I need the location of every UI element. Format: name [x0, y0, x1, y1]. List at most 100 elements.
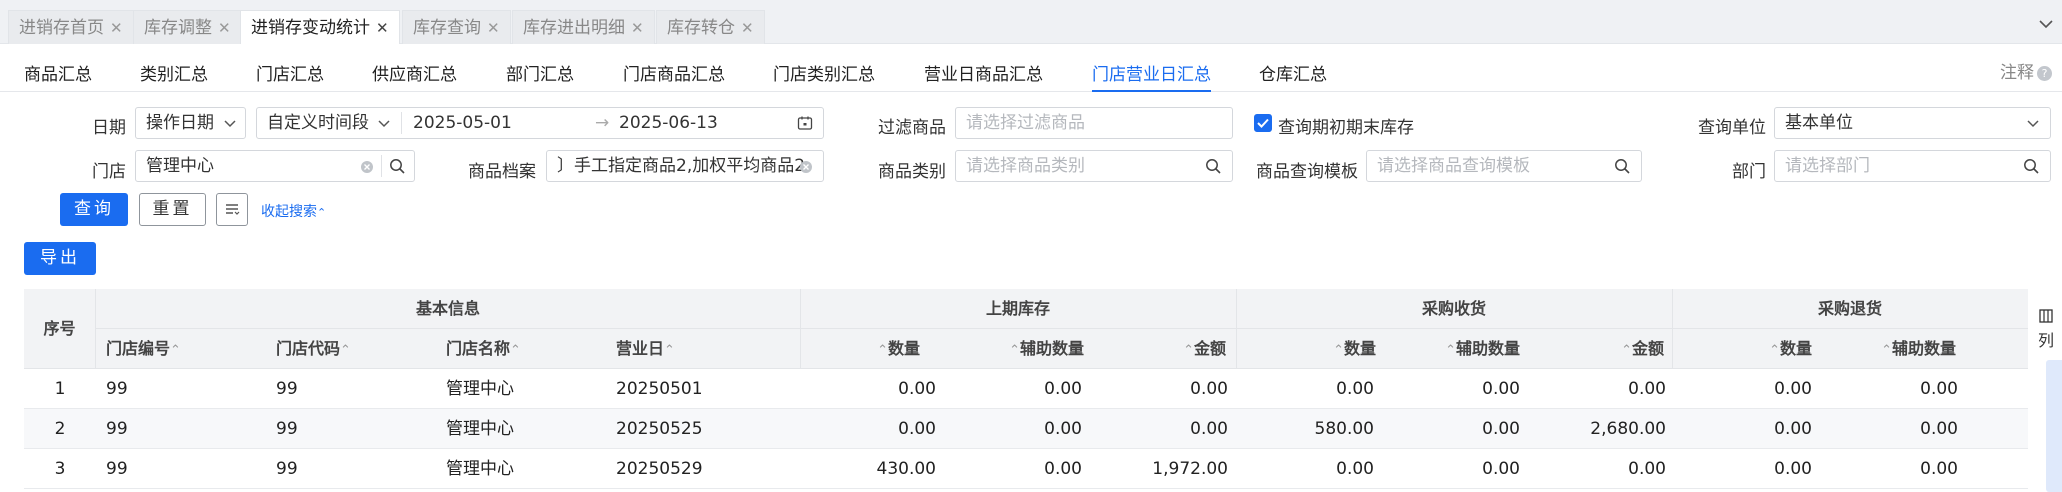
range-arrow-icon: →: [595, 113, 610, 133]
page-tab-inventory-home[interactable]: 进销存首页 ✕: [8, 10, 134, 44]
close-icon[interactable]: ✕: [631, 19, 644, 37]
tab-supplier-summary[interactable]: 供应商汇总: [372, 60, 457, 85]
cell-prev-amount: 1,972.00: [1152, 459, 1228, 479]
col-recv-aux-qty[interactable]: ⌃辅助数量: [1376, 329, 1520, 369]
category-select[interactable]: 请选择商品类别: [955, 150, 1233, 182]
sort-icon[interactable]: ⌃: [1183, 343, 1194, 358]
tab-bizday-goods-summary[interactable]: 营业日商品汇总: [924, 60, 1043, 85]
settings-button[interactable]: [216, 193, 248, 226]
sort-icon[interactable]: ⌃: [510, 343, 521, 358]
goods-file-select[interactable]: 〕手工指定商品2,加权平均商品2: [546, 150, 824, 182]
search-icon[interactable]: [2023, 158, 2040, 175]
page-tab-label: 进销存变动统计: [251, 18, 370, 38]
page-tab-stock-transfer[interactable]: 库存转仓 ✕: [656, 10, 765, 44]
dept-select[interactable]: 请选择部门: [1774, 150, 2051, 182]
col-store-no[interactable]: 门店编号⌃: [106, 329, 181, 369]
col-prev-qty[interactable]: ⌃数量: [800, 329, 920, 369]
sort-icon[interactable]: ⌃: [664, 343, 675, 358]
tab-goods-summary[interactable]: 商品汇总: [24, 60, 92, 85]
reset-button[interactable]: 重置: [139, 193, 206, 226]
tab-dept-summary[interactable]: 部门汇总: [506, 60, 574, 85]
sort-icon[interactable]: ⌃: [877, 343, 888, 358]
query-button[interactable]: 查询: [60, 193, 128, 226]
close-icon[interactable]: ✕: [487, 19, 500, 37]
page-tab-stock-adjust[interactable]: 库存调整 ✕: [133, 10, 242, 44]
sort-icon[interactable]: ⌃: [1621, 343, 1632, 358]
tab-store-summary[interactable]: 门店汇总: [256, 60, 324, 85]
clear-icon[interactable]: [799, 160, 813, 174]
search-icon[interactable]: [389, 158, 406, 175]
page-tab-stock-query[interactable]: 库存查询 ✕: [402, 10, 511, 44]
clear-icon[interactable]: [360, 160, 374, 174]
col-biz-day[interactable]: 营业日⌃: [616, 329, 675, 369]
tab-warehouse-summary[interactable]: 仓库汇总: [1259, 60, 1327, 85]
table-row[interactable]: 2 99 99 管理中心 20250525 0.00 0.00 0.00 580…: [24, 409, 2028, 449]
column-settings-button[interactable]: 列: [2030, 289, 2062, 369]
tab-store-goods-summary[interactable]: 门店商品汇总: [623, 60, 725, 85]
cell-store-name: 管理中心: [446, 419, 514, 439]
col-return-qty[interactable]: ⌃数量: [1672, 329, 1812, 369]
note-help[interactable]: 注释?: [2000, 58, 2052, 83]
tab-category-summary[interactable]: 类别汇总: [140, 60, 208, 85]
cell-biz-day: 20250501: [616, 379, 703, 399]
col-store-name[interactable]: 门店名称⌃: [446, 329, 521, 369]
sort-icon[interactable]: ⌃: [1769, 343, 1780, 358]
collapse-search-link[interactable]: 收起搜索⌃: [261, 201, 326, 221]
cell-recv-aux-qty: 0.00: [1482, 459, 1520, 479]
col-label: 数量: [1343, 339, 1376, 358]
search-icon[interactable]: [1614, 158, 1631, 175]
end-date-input[interactable]: 2025-06-13: [619, 108, 718, 138]
sort-icon[interactable]: ⌃: [1009, 343, 1020, 358]
chevron-down-icon[interactable]: [2036, 14, 2056, 34]
date-range-picker[interactable]: 自定义时间段 2025-05-01 → 2025-06-13: [256, 107, 824, 139]
export-button[interactable]: 导出: [24, 242, 96, 275]
template-select[interactable]: 请选择商品查询模板: [1366, 150, 1642, 182]
table-row[interactable]: 1 99 99 管理中心 20250501 0.00 0.00 0.00 0.0…: [24, 369, 2028, 409]
columns-icon: [2039, 309, 2053, 323]
cell-recv-qty: 580.00: [1314, 419, 1374, 439]
close-icon[interactable]: ✕: [218, 19, 231, 37]
col-recv-amount[interactable]: ⌃金额: [1520, 329, 1664, 369]
period-type-value[interactable]: 自定义时间段: [267, 113, 369, 133]
page-tab-stock-change-stats[interactable]: 进销存变动统计 ✕: [240, 10, 400, 44]
col-prev-amount[interactable]: ⌃金额: [1084, 329, 1226, 369]
close-icon[interactable]: ✕: [376, 19, 389, 37]
sort-icon[interactable]: ⌃: [170, 343, 181, 358]
store-select[interactable]: 管理中心: [135, 150, 415, 182]
chevron-up-double-icon: ⌃: [317, 206, 327, 219]
query-stock-checkbox[interactable]: [1254, 114, 1272, 132]
sort-icon[interactable]: ⌃: [1445, 343, 1456, 358]
cell-recv-qty: 0.00: [1336, 379, 1374, 399]
tab-store-category-summary[interactable]: 门店类别汇总: [773, 60, 875, 85]
cell-return-qty: 0.00: [1774, 379, 1812, 399]
col-label: 数量: [887, 339, 920, 358]
cell-return-qty: 0.00: [1774, 459, 1812, 479]
close-icon[interactable]: ✕: [741, 19, 754, 37]
template-label: 商品查询模板: [1256, 162, 1358, 182]
cell-prev-qty: 430.00: [876, 459, 936, 479]
search-icon[interactable]: [1205, 158, 1222, 175]
calendar-icon[interactable]: [797, 115, 813, 131]
sort-icon[interactable]: ⌃: [340, 343, 351, 358]
col-recv-qty[interactable]: ⌃数量: [1236, 329, 1376, 369]
col-prev-aux-qty[interactable]: ⌃辅助数量: [920, 329, 1084, 369]
start-date-input[interactable]: 2025-05-01: [413, 108, 512, 138]
col-return-aux-qty[interactable]: ⌃辅助数量: [1812, 329, 1956, 369]
dept-label: 部门: [1732, 162, 1766, 182]
table-row[interactable]: 3 99 99 管理中心 20250529 430.00 0.00 1,972.…: [24, 449, 2028, 489]
page-tab-stock-io-detail[interactable]: 库存进出明细 ✕: [512, 10, 655, 44]
sort-icon[interactable]: ⌃: [1881, 343, 1892, 358]
tab-store-bizday-summary[interactable]: 门店营业日汇总: [1092, 60, 1211, 92]
filter-goods-input[interactable]: 请选择过滤商品: [955, 107, 1233, 139]
sort-icon[interactable]: ⌃: [1333, 343, 1344, 358]
chevron-down-icon: [378, 120, 390, 128]
note-label: 注释: [2000, 63, 2034, 83]
col-store-code[interactable]: 门店代码⌃: [276, 329, 351, 369]
col-label: 门店编号: [106, 339, 171, 358]
close-icon[interactable]: ✕: [110, 19, 123, 37]
chevron-down-icon: [224, 120, 236, 128]
date-type-select[interactable]: 操作日期: [135, 107, 246, 139]
unit-select[interactable]: 基本单位: [1774, 107, 2051, 139]
question-icon: ?: [2037, 66, 2052, 81]
side-floating-panel-handle[interactable]: [2046, 360, 2062, 492]
